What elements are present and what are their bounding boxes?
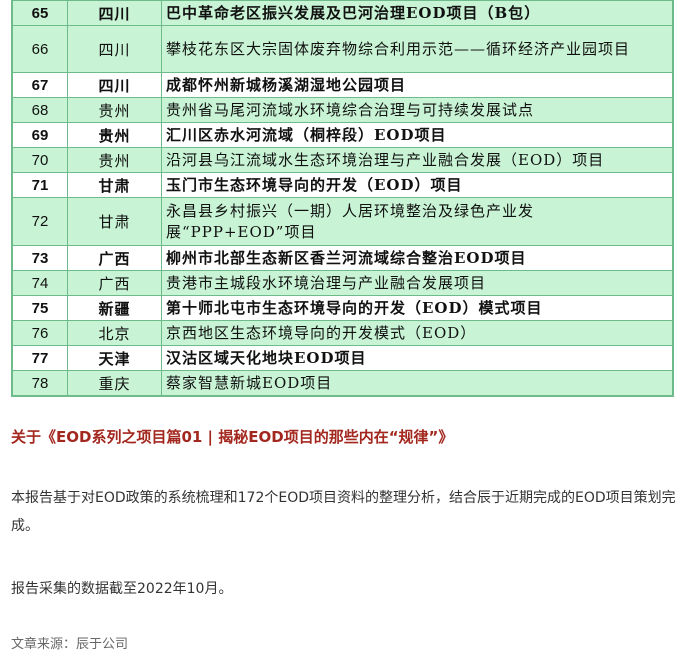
row-project-name: 贵州省马尾河流域水环境综合治理与可持续发展试点 [161, 97, 673, 123]
row-province: 广西 [67, 270, 162, 296]
row-project-name: 贵港市主城段水环境治理与产业融合发展项目 [161, 270, 673, 296]
row-province: 四川 [67, 72, 162, 98]
table-row: 70 贵州 沿河县乌江流域水生态环境治理与产业融合发展（EOD）项目 [12, 147, 673, 173]
table-row: 65 四川 巴中革命老区振兴发展及巴河治理EOD项目（B包） [12, 0, 673, 26]
row-province: 贵州 [67, 147, 162, 173]
row-province: 北京 [67, 320, 162, 346]
row-province: 贵州 [67, 97, 162, 123]
eod-project-table: 65 四川 巴中革命老区振兴发展及巴河治理EOD项目（B包） 66 四川 攀枝花东区大宗固… [11, 0, 674, 397]
row-project-name: 永昌县乡村振兴（一期）人居环境整治及绿色产业发展“PPP+EOD”项目 [161, 197, 673, 246]
row-number: 70 [12, 147, 68, 173]
row-project-name: 第十师北屯市生态环境导向的开发（EOD）模式项目 [161, 295, 673, 321]
row-project-name: 汉沽区域天化地块EOD项目 [161, 345, 673, 371]
row-project-name: 攀枝花东区大宗固体废弃物综合利用示范——循环经济产业园项目 [161, 25, 673, 73]
table-row: 77 天津 汉沽区域天化地块EOD项目 [12, 345, 673, 371]
row-province: 广西 [67, 245, 162, 271]
row-number: 68 [12, 97, 68, 123]
article-link[interactable]: 关于《EOD系列之项目篇01 | 揭秘EOD项目的那些内在“规律”》 [11, 426, 681, 447]
row-project-name: 玉门市生态环境导向的开发（EOD）项目 [161, 172, 673, 198]
table-row: 71 甘肃 玉门市生态环境导向的开发（EOD）项目 [12, 172, 673, 198]
row-number: 76 [12, 320, 68, 346]
table-row: 69 贵州 汇川区赤水河流域（桐梓段）EOD项目 [12, 122, 673, 148]
row-number: 75 [12, 295, 68, 321]
row-number: 73 [12, 245, 68, 271]
row-number: 65 [12, 0, 68, 26]
row-province: 四川 [67, 25, 162, 73]
row-project-name: 柳州市北部生态新区香兰河流域综合整治EOD项目 [161, 245, 673, 271]
row-number: 77 [12, 345, 68, 371]
source-credit: 文章来源：辰于公司 [11, 637, 129, 652]
table-row: 68 贵州 贵州省马尾河流域水环境综合治理与可持续发展试点 [12, 97, 673, 123]
report-intro-paragraph: 本报告基于对EOD政策的系统梳理和172个EOD项目资料的整理分析，结合辰于近期… [11, 490, 676, 534]
row-province: 四川 [67, 0, 162, 26]
row-province: 甘肃 [67, 172, 162, 198]
table-row: 73 广西 柳州市北部生态新区香兰河流域综合整治EOD项目 [12, 245, 673, 271]
row-province: 贵州 [67, 122, 162, 148]
project-table: 65 四川 巴中革命老区振兴发展及巴河治理EOD项目（B包） 66 四川 攀枝花东区大宗固… [12, 0, 673, 396]
row-province: 新疆 [67, 295, 162, 321]
row-project-name: 成都怀州新城杨溪湖湿地公园项目 [161, 72, 673, 98]
data-cutoff-paragraph: 报告采集的数据截至2022年10月。 [11, 581, 233, 597]
row-project-name: 沿河县乌江流域水生态环境治理与产业融合发展（EOD）项目 [161, 147, 673, 173]
row-number: 66 [12, 25, 68, 73]
row-project-name: 蔡家智慧新城EOD项目 [161, 370, 673, 396]
row-project-name: 巴中革命老区振兴发展及巴河治理EOD项目（B包） [161, 0, 673, 26]
row-number: 72 [12, 197, 68, 246]
row-number: 74 [12, 270, 68, 296]
table-row: 76 北京 京西地区生态环境导向的开发模式（EOD） [12, 320, 673, 346]
table-row: 72 甘肃 永昌县乡村振兴（一期）人居环境整治及绿色产业发展“PPP+EOD”项目 [12, 197, 673, 246]
table-row: 74 广西 贵港市主城段水环境治理与产业融合发展项目 [12, 270, 673, 296]
row-number: 69 [12, 122, 68, 148]
row-number: 67 [12, 72, 68, 98]
table-row: 78 重庆 蔡家智慧新城EOD项目 [12, 370, 673, 396]
row-project-name: 汇川区赤水河流域（桐梓段）EOD项目 [161, 122, 673, 148]
row-number: 71 [12, 172, 68, 198]
row-province: 天津 [67, 345, 162, 371]
row-province: 重庆 [67, 370, 162, 396]
table-row: 66 四川 攀枝花东区大宗固体废弃物综合利用示范——循环经济产业园项目 [12, 25, 673, 73]
table-row: 67 四川 成都怀州新城杨溪湖湿地公园项目 [12, 72, 673, 98]
row-project-name: 京西地区生态环境导向的开发模式（EOD） [161, 320, 673, 346]
table-row: 75 新疆 第十师北屯市生态环境导向的开发（EOD）模式项目 [12, 295, 673, 321]
row-province: 甘肃 [67, 197, 162, 246]
row-number: 78 [12, 370, 68, 396]
